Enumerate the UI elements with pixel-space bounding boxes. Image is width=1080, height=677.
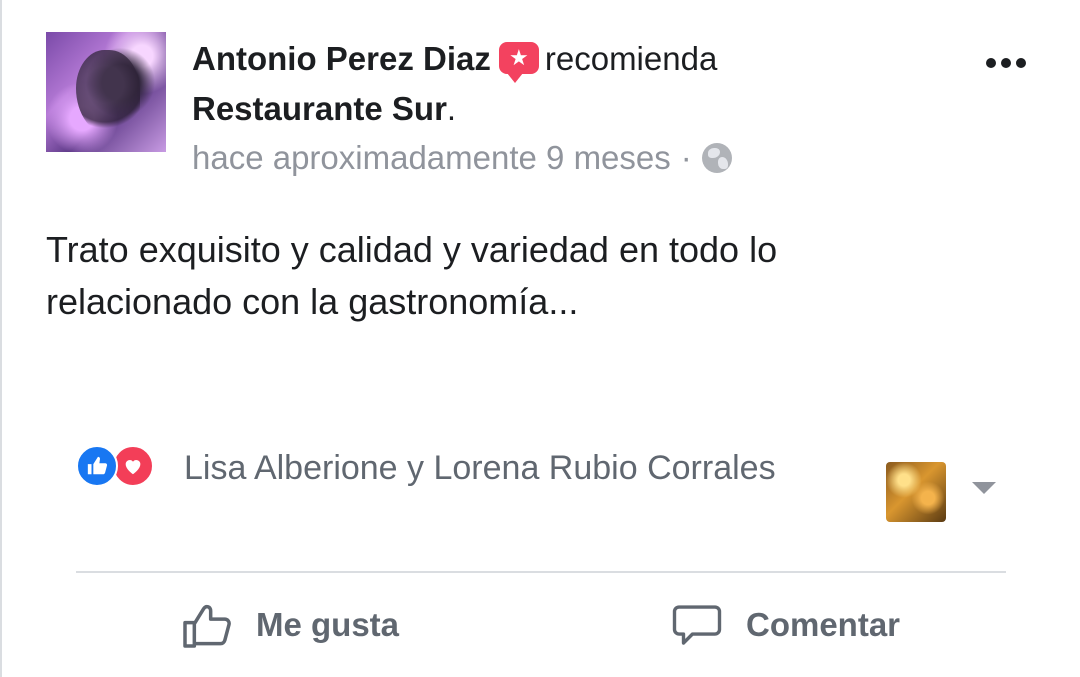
comment-button-label: Comentar <box>746 606 901 643</box>
page-name[interactable]: Restaurante Sur <box>192 90 447 127</box>
reaction-icons <box>76 443 176 487</box>
author-avatar[interactable] <box>46 32 166 152</box>
dot-icon <box>986 58 996 68</box>
globe-icon <box>701 143 732 173</box>
like-button[interactable]: Me gusta <box>178 592 399 658</box>
dot-icon <box>1016 58 1026 68</box>
post-timestamp[interactable]: hace aproximadamente 9 meses <box>192 136 671 180</box>
like-reaction-icon <box>76 445 118 487</box>
love-reaction-icon <box>112 445 154 487</box>
meta-separator: · <box>680 139 692 176</box>
reactions-summary[interactable]: Lisa Alberione y Lorena Rubio Corrales <box>76 442 776 494</box>
post-header: Antonio Perez Diaz ★ recomienda Restaurant… <box>192 34 952 134</box>
thumbs-up-icon <box>178 597 234 653</box>
dot-icon <box>1001 58 1011 68</box>
page-thumbnail[interactable] <box>886 462 946 522</box>
actions-divider <box>76 571 1006 573</box>
post-text-line: Trato exquisito y calidad y variedad en … <box>46 229 778 270</box>
action-bar: Me gusta Comentar <box>0 592 1080 662</box>
post-meta: hace aproximadamente 9 meses · <box>192 136 732 180</box>
author-name[interactable]: Antonio Perez Diaz <box>192 40 491 77</box>
recommend-verb: recomienda <box>544 40 718 77</box>
reaction-names[interactable]: Lisa Alberione y Lorena Rubio Corrales <box>184 449 776 487</box>
more-options-button[interactable] <box>986 58 1026 68</box>
like-button-label: Me gusta <box>256 606 400 643</box>
card-left-border <box>0 0 2 677</box>
post-body: Trato exquisito y calidad y variedad en … <box>46 224 1006 328</box>
chevron-down-icon[interactable] <box>972 482 996 494</box>
recommend-icon: ★ <box>498 42 539 83</box>
comment-button[interactable]: Comentar <box>670 592 900 658</box>
post-text-line: relacionado con la gastronomía... <box>46 281 579 322</box>
comment-icon <box>670 598 724 652</box>
page-suffix: . <box>446 90 457 127</box>
